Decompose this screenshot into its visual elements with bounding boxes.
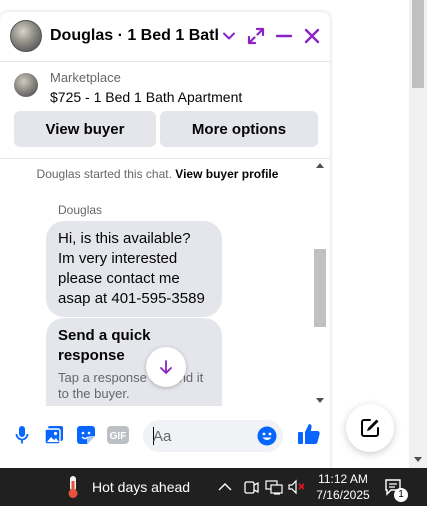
quick-response-card[interactable]: Send a quick response Tap a response to … — [46, 318, 222, 406]
microphone-icon[interactable] — [11, 424, 33, 446]
thread-scrollbar[interactable] — [314, 159, 326, 406]
chat-title[interactable]: Douglas · 1 Bed 1 Bath ... — [50, 27, 218, 45]
view-buyer-profile-link[interactable]: View buyer profile — [175, 167, 278, 181]
thread-scroll-down-arrow[interactable] — [316, 398, 324, 403]
chevron-down-icon[interactable] — [217, 24, 241, 48]
chevron-up-icon[interactable] — [216, 478, 234, 496]
message-composer: GIF Aa — [0, 406, 330, 468]
scroll-to-bottom-button[interactable] — [146, 347, 186, 387]
chat-header: Douglas · 1 Bed 1 Bath ... — [0, 12, 330, 62]
message-bubble[interactable]: Hi, is this available? Im very intereste… — [46, 221, 222, 317]
notification-center-button[interactable]: 1 — [384, 478, 410, 502]
like-icon[interactable] — [296, 421, 322, 447]
expand-icon[interactable] — [244, 24, 268, 48]
compose-icon — [361, 419, 379, 437]
thread-scrollbar-thumb[interactable] — [314, 249, 326, 327]
chat-started-notice: Douglas started this chat. View buyer pr… — [36, 167, 279, 181]
notification-badge: 1 — [394, 488, 408, 502]
message-sender-name: Douglas — [58, 203, 103, 217]
arrow-down-icon — [160, 360, 172, 374]
marketplace-listing[interactable]: Marketplace $725 - 1 Bed 1 Bath Apartmen… — [0, 63, 330, 109]
contact-avatar[interactable] — [10, 20, 42, 52]
page-scrollbar-thumb[interactable] — [412, 0, 424, 88]
emoji-icon[interactable] — [257, 426, 277, 446]
listing-price-title: $725 - 1 Bed 1 Bath Apartment — [50, 89, 243, 105]
thread-scroll-up-arrow[interactable] — [316, 163, 324, 168]
minimize-icon[interactable] — [272, 24, 296, 48]
close-icon[interactable] — [300, 24, 324, 48]
quick-response-subtitle: Tap a response to send it to the buyer. — [58, 370, 204, 401]
taskbar-clock[interactable]: 11:12 AM 7/16/2025 — [314, 471, 372, 503]
page-scroll-down-arrow[interactable] — [414, 457, 422, 462]
volume-muted-icon[interactable] — [288, 478, 306, 496]
clock-time: 11:12 AM — [318, 472, 368, 486]
quick-response-title: Send a quick response — [58, 327, 151, 364]
meet-now-icon[interactable] — [242, 478, 260, 496]
svg-text:GIF: GIF — [110, 431, 127, 442]
message-input-placeholder: Aa — [153, 428, 172, 445]
message-input[interactable]: Aa — [143, 420, 283, 452]
clock-date: 7/16/2025 — [316, 488, 370, 502]
weather-widget[interactable]: Hot days ahead — [66, 468, 190, 506]
new-message-button[interactable] — [346, 404, 394, 452]
thermometer-icon — [68, 476, 78, 498]
photo-icon[interactable] — [43, 424, 65, 446]
message-thread[interactable]: Douglas started this chat. View buyer pr… — [0, 158, 330, 406]
listing-thumbnail — [14, 73, 38, 97]
network-icon[interactable] — [265, 478, 283, 496]
sticker-icon[interactable] — [75, 424, 97, 446]
listing-source: Marketplace — [50, 70, 121, 85]
chat-actions: View buyer More options — [0, 111, 330, 151]
page-scrollbar[interactable] — [409, 0, 427, 468]
gif-icon[interactable]: GIF — [107, 424, 129, 446]
chat-window: Douglas · 1 Bed 1 Bath ... Marketplace $… — [0, 12, 330, 468]
weather-text: Hot days ahead — [92, 479, 191, 495]
windows-taskbar: Hot days ahead 11:12 AM 7/16/2025 1 — [0, 468, 427, 506]
view-buyer-button[interactable]: View buyer — [14, 111, 156, 147]
more-options-button[interactable]: More options — [160, 111, 318, 147]
